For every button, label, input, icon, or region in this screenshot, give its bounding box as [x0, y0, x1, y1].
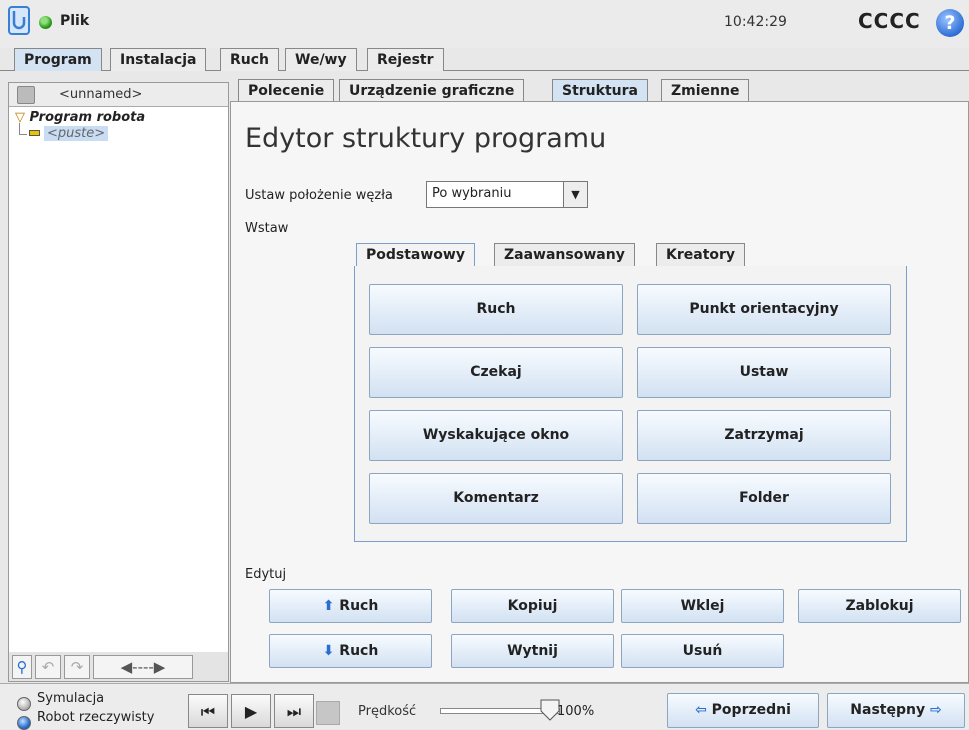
- play-icon[interactable]: ▶: [231, 694, 271, 728]
- redo-icon[interactable]: ↷: [64, 655, 90, 679]
- copy-button[interactable]: Kopiuj: [451, 589, 614, 623]
- insert-wait-button[interactable]: Czekaj: [369, 347, 623, 398]
- arrow-up-icon: ⬆: [322, 598, 335, 614]
- insert-comment-button[interactable]: Komentarz: [369, 473, 623, 524]
- tab-zmienne[interactable]: Zmienne: [661, 79, 750, 102]
- insert-label: Wstaw: [245, 221, 289, 236]
- program-tree-panel: <unnamed> ▽ Program robota <puste>: [8, 82, 229, 682]
- real-robot-radio[interactable]: [17, 716, 31, 730]
- paste-button[interactable]: Wklej: [621, 589, 784, 623]
- chevron-down-icon[interactable]: ▼: [563, 182, 587, 207]
- delete-button[interactable]: Usuń: [621, 634, 784, 668]
- insert-set-button[interactable]: Ustaw: [637, 347, 891, 398]
- tree-root-label: Program robota: [29, 110, 146, 125]
- node-position-value: Po wybraniu: [432, 186, 512, 201]
- tab-polecenie[interactable]: Polecenie: [238, 79, 335, 102]
- arrow-right-icon: ⇨: [929, 702, 942, 718]
- step-forward-icon[interactable]: ⏭: [274, 694, 314, 728]
- next-label: Następny: [850, 702, 926, 718]
- move-down-label: Ruch: [339, 643, 379, 659]
- arrow-down-icon: ⬇: [322, 643, 335, 659]
- tree-root[interactable]: ▽ Program robota: [15, 110, 145, 125]
- previous-button[interactable]: ⇦ Poprzedni: [667, 693, 819, 728]
- tab-we-wy[interactable]: We/wy: [285, 48, 357, 71]
- tab-instalacja[interactable]: Instalacja: [110, 48, 207, 71]
- insert-popup-button[interactable]: Wyskakujące okno: [369, 410, 623, 461]
- simulation-radio[interactable]: [17, 697, 31, 711]
- page-title: Edytor struktury programu: [245, 123, 607, 154]
- ur-logo-icon: [8, 6, 30, 35]
- tab-kreatory[interactable]: Kreatory: [656, 243, 746, 266]
- move-up-button[interactable]: ⬆ Ruch: [269, 589, 432, 623]
- previous-label: Poprzedni: [711, 702, 791, 718]
- insert-waypoint-button[interactable]: Punkt orientacyjny: [637, 284, 891, 335]
- real-robot-label: Robot rzeczywisty: [37, 710, 155, 725]
- next-button[interactable]: Następny ⇨: [827, 693, 965, 728]
- tab-program[interactable]: Program: [14, 48, 102, 71]
- move-down-button[interactable]: ⬇ Ruch: [269, 634, 432, 668]
- expand-horizontal-icon[interactable]: ◀----▶: [93, 655, 193, 679]
- speed-label: Prędkość: [358, 704, 417, 719]
- insert-halt-button[interactable]: Zatrzymaj: [637, 410, 891, 461]
- status-indicator-icon: [39, 16, 52, 29]
- save-icon[interactable]: [17, 86, 35, 104]
- tab-ruch[interactable]: Ruch: [220, 48, 280, 71]
- insert-folder-button[interactable]: Folder: [637, 473, 891, 524]
- empty-node-label: <puste>: [44, 126, 109, 141]
- help-icon[interactable]: ?: [936, 9, 964, 37]
- file-menu[interactable]: Plik: [60, 13, 89, 29]
- tab-rejestr[interactable]: Rejestr: [367, 48, 444, 71]
- cut-button[interactable]: Wytnij: [451, 634, 614, 668]
- insert-ruch-button[interactable]: Ruch: [369, 284, 623, 335]
- skip-back-icon[interactable]: ⏮: [188, 694, 228, 728]
- move-up-label: Ruch: [339, 598, 379, 614]
- simulation-label: Symulacja: [37, 691, 105, 706]
- arrow-left-icon: ⇦: [695, 702, 707, 718]
- clock: 10:42:29: [724, 14, 787, 30]
- node-position-select[interactable]: Po wybraniu ▼: [426, 181, 588, 208]
- search-icon[interactable]: ⚲: [12, 655, 32, 679]
- tab-urzadzenie-graficzne[interactable]: Urządzenie graficzne: [339, 79, 525, 102]
- program-name: <unnamed>: [59, 87, 143, 102]
- speed-value: 100%: [557, 704, 595, 719]
- tab-struktura[interactable]: Struktura: [552, 79, 648, 102]
- undo-icon[interactable]: ↶: [35, 655, 61, 679]
- tree-toolbar: ⚲ ↶ ↷ ◀----▶: [8, 652, 229, 682]
- node-position-label: Ustaw położenie węzła: [245, 188, 393, 203]
- user-name: CCCC: [858, 9, 921, 33]
- program-name-row: <unnamed>: [9, 83, 228, 107]
- edit-label: Edytuj: [245, 567, 287, 582]
- top-bar: [0, 0, 969, 48]
- tab-podstawowy[interactable]: Podstawowy: [356, 243, 475, 266]
- stop-icon[interactable]: [316, 701, 340, 725]
- tree-node-empty[interactable]: <puste>: [27, 126, 109, 141]
- tree-connector: [19, 123, 27, 135]
- tab-zaawansowany[interactable]: Zaawansowany: [494, 243, 635, 266]
- node-marker-icon: [29, 129, 40, 136]
- lock-button[interactable]: Zablokuj: [798, 589, 961, 623]
